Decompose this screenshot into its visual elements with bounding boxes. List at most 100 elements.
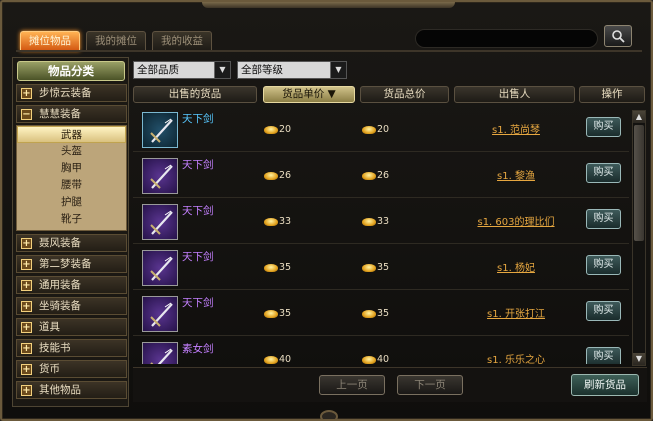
- expand-icon: +: [21, 88, 32, 99]
- gold-ingot-icon: [362, 263, 376, 272]
- table-row: 天下剑 20 20 s1. 范尚琴 购买: [133, 106, 629, 152]
- gold-ingot-icon: [264, 263, 278, 272]
- table-row: 天下剑 26 26 s1. 黎渔 购买: [133, 152, 629, 198]
- search-input[interactable]: [415, 29, 598, 48]
- unit-price: 35: [264, 262, 291, 273]
- prev-page-button[interactable]: 上一页: [319, 375, 385, 395]
- category-item[interactable]: + 技能书: [16, 339, 127, 357]
- subcategory-item[interactable]: 武器: [17, 126, 126, 143]
- search-button[interactable]: [604, 25, 632, 47]
- item-name: 素女剑: [182, 343, 214, 355]
- column-header-unit-price[interactable]: 货品单价 ▼: [263, 86, 355, 103]
- column-header-item[interactable]: 出售的货品: [133, 86, 257, 103]
- buy-button[interactable]: 购买: [586, 209, 621, 229]
- gold-ingot-icon: [362, 171, 376, 180]
- category-header: 物品分类: [17, 61, 125, 81]
- category-item[interactable]: + 货币: [16, 360, 127, 378]
- unit-price: 35: [264, 308, 291, 319]
- item-name: 天下剑: [182, 113, 214, 125]
- search-icon: [612, 30, 625, 43]
- column-header-total-price[interactable]: 货品总价: [360, 86, 449, 103]
- buy-button[interactable]: 购买: [586, 163, 621, 183]
- tab-stall-items[interactable]: 摊位物品: [20, 31, 80, 51]
- tab-divider: [16, 50, 642, 52]
- quality-filter[interactable]: 全部品质 ▼: [133, 61, 231, 79]
- buy-button[interactable]: 购买: [586, 347, 621, 364]
- chevron-down-icon: ▼: [330, 62, 346, 78]
- tab-my-stall[interactable]: 我的摊位: [86, 31, 146, 51]
- buy-button[interactable]: 购买: [586, 255, 621, 275]
- seller-link[interactable]: s1. 杨妃: [461, 259, 571, 274]
- unit-price: 33: [264, 216, 291, 227]
- buy-button[interactable]: 购买: [586, 301, 621, 321]
- seller-link[interactable]: s1. 范尚琴: [461, 121, 571, 136]
- item-icon[interactable]: [142, 296, 178, 332]
- category-item[interactable]: + 步惊云装备: [16, 84, 127, 102]
- sword-icon: [150, 256, 173, 281]
- gold-ingot-icon: [264, 217, 278, 226]
- total-price: 26: [362, 170, 389, 181]
- table-row: 天下剑 35 35 s1. 开张打江 购买: [133, 290, 629, 336]
- category-item-open[interactable]: − 慧慧装备: [16, 105, 127, 123]
- item-name: 天下剑: [182, 159, 214, 171]
- seller-link[interactable]: s1. 开张打江: [461, 305, 571, 320]
- category-item[interactable]: + 其他物品: [16, 381, 127, 399]
- gold-ingot-icon: [362, 309, 376, 318]
- column-header-seller[interactable]: 出售人: [454, 86, 575, 103]
- subcategory-item[interactable]: 腰带: [17, 177, 126, 194]
- column-header-action: 操作: [579, 86, 645, 103]
- expand-icon: +: [21, 301, 32, 312]
- listing-table: 天下剑 20 20 s1. 范尚琴 购买 天下剑 26 26 s1. 黎渔 购买…: [133, 106, 629, 364]
- category-item[interactable]: + 聂风装备: [16, 234, 127, 252]
- listing-scrollbar[interactable]: ▲ ▼: [632, 110, 646, 366]
- gold-ingot-icon: [264, 309, 278, 318]
- sword-icon: [150, 348, 173, 364]
- item-name: 天下剑: [182, 205, 214, 217]
- category-label: 第二梦装备: [39, 258, 92, 270]
- category-item[interactable]: + 坐骑装备: [16, 297, 127, 315]
- category-label: 坐骑装备: [39, 300, 81, 312]
- category-item[interactable]: + 通用装备: [16, 276, 127, 294]
- category-label: 步惊云装备: [39, 87, 92, 99]
- subcategory-item[interactable]: 头盔: [17, 143, 126, 160]
- category-label: 聂风装备: [39, 237, 81, 249]
- refresh-button[interactable]: 刷新货品: [571, 374, 639, 396]
- level-filter[interactable]: 全部等级 ▼: [237, 61, 347, 79]
- top-tabs: 摊位物品 我的摊位 我的收益: [20, 31, 212, 51]
- expand-icon: +: [21, 385, 32, 396]
- category-item[interactable]: + 道具: [16, 318, 127, 336]
- item-icon[interactable]: [142, 250, 178, 286]
- subcategory-item[interactable]: 靴子: [17, 211, 126, 228]
- seller-link[interactable]: s1. 乐乐之心: [461, 351, 571, 364]
- buy-button[interactable]: 购买: [586, 117, 621, 137]
- scroll-thumb[interactable]: [634, 125, 644, 241]
- subcategory-item[interactable]: 胸甲: [17, 160, 126, 177]
- scroll-up-icon[interactable]: ▲: [633, 111, 645, 123]
- next-page-button[interactable]: 下一页: [397, 375, 463, 395]
- gold-ingot-icon: [362, 125, 376, 134]
- seller-link[interactable]: s1. 黎渔: [461, 167, 571, 182]
- market-window: 摊位物品 我的摊位 我的收益 物品分类 + 步惊云装备 − 慧慧装备 武器 头盔 胸…: [0, 0, 653, 421]
- gold-ingot-icon: [362, 217, 376, 226]
- unit-price: 26: [264, 170, 291, 181]
- tab-my-earnings[interactable]: 我的收益: [152, 31, 212, 51]
- scroll-down-icon[interactable]: ▼: [633, 353, 645, 365]
- total-price: 33: [362, 216, 389, 227]
- item-icon[interactable]: [142, 342, 178, 364]
- item-icon[interactable]: [142, 112, 178, 148]
- category-label: 货币: [39, 363, 60, 375]
- gold-ingot-icon: [264, 171, 278, 180]
- unit-price: 40: [264, 354, 291, 364]
- total-price: 35: [362, 262, 389, 273]
- seller-link[interactable]: s1. 603的理比们: [461, 213, 571, 228]
- subcategory-item[interactable]: 护腿: [17, 194, 126, 211]
- item-icon[interactable]: [142, 204, 178, 240]
- unit-price: 20: [264, 124, 291, 135]
- category-item[interactable]: + 第二梦装备: [16, 255, 127, 273]
- category-label: 技能书: [39, 342, 71, 354]
- gold-ingot-icon: [264, 355, 278, 364]
- total-price: 40: [362, 354, 389, 364]
- item-icon[interactable]: [142, 158, 178, 194]
- category-label: 慧慧装备: [39, 108, 81, 120]
- expand-icon: +: [21, 238, 32, 249]
